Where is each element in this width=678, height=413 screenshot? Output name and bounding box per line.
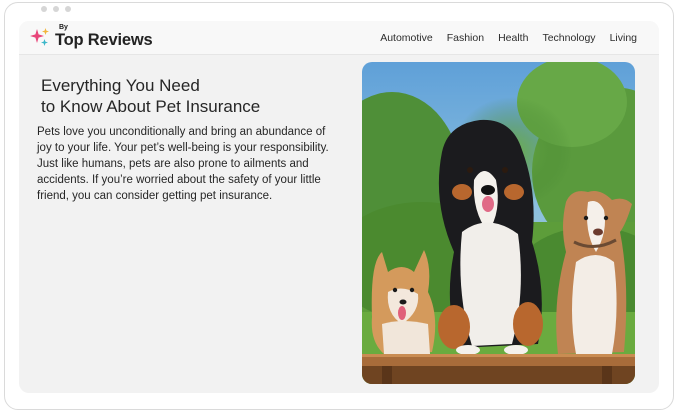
nav-item-health[interactable]: Health <box>498 32 528 44</box>
article-title-line-2: to Know About Pet Insurance <box>41 97 261 116</box>
nav-item-living[interactable]: Living <box>610 32 637 44</box>
nav-item-technology[interactable]: Technology <box>542 32 595 44</box>
nav-item-automotive[interactable]: Automotive <box>380 32 433 44</box>
article-title: Everything You Need to Know About Pet In… <box>41 75 331 117</box>
window-dot-icon <box>65 6 71 12</box>
sparkle-logo-icon <box>30 28 49 46</box>
web-page: By Top Reviews Automotive Fashion Health… <box>19 21 659 393</box>
pitbull-dog <box>556 191 632 354</box>
logo-by-text: By <box>59 24 68 31</box>
wooden-bench <box>362 354 635 384</box>
window-dot-icon <box>41 6 47 12</box>
dogs-illustration <box>362 62 635 384</box>
site-header: By Top Reviews Automotive Fashion Health… <box>19 21 659 55</box>
window-dot-icon <box>53 6 59 12</box>
logo-name-text: Top Reviews <box>55 31 153 49</box>
article-title-line-1: Everything You Need <box>41 76 200 95</box>
window-controls <box>41 6 71 12</box>
nav-item-fashion[interactable]: Fashion <box>447 32 484 44</box>
dogs-hero-image <box>362 62 635 384</box>
article-body: Pets love you unconditionally and bring … <box>37 126 329 202</box>
main-nav: Automotive Fashion Health Technology Liv… <box>380 32 637 44</box>
site-logo[interactable]: By Top Reviews <box>29 24 153 51</box>
